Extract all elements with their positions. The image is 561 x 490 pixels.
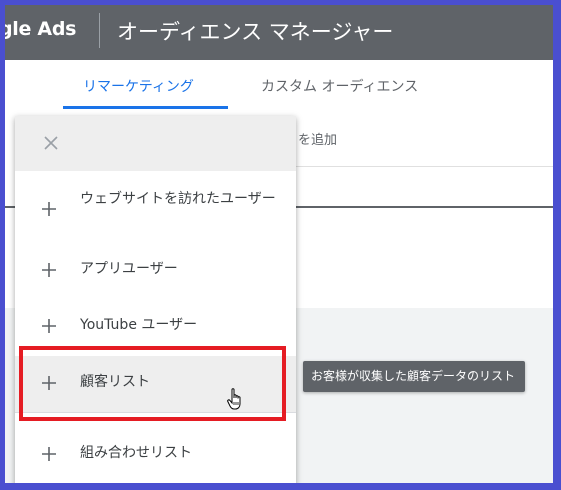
menu-item-label: YouTube ユーザー [80,317,198,333]
top-app-bar: gle Ads オーディエンス マネージャー [5,5,553,60]
menu-item-label: アプリユーザー [80,261,178,277]
audience-type-menu: ウェブサイトを訪れたユーザー アプリユーザー YouTube ユーザー 顧客リス… [15,116,296,483]
add-list-text: を追加 [298,133,338,148]
tab-bar: リマーケティング カスタム オーディエンス [5,60,553,110]
plus-icon [42,202,56,216]
plus-icon [42,263,56,277]
menu-item-label: 組み合わせリスト [80,445,192,461]
google-ads-logo[interactable]: gle Ads [5,18,76,40]
menu-item-combined-list[interactable]: 組み合わせリスト [15,434,296,474]
menu-item-youtube-users[interactable]: YouTube ユーザー [15,306,296,346]
tooltip: お客様が収集した顧客データのリスト [303,361,525,392]
menu-item-label: ウェブサイトを訪れたユーザー [80,191,276,207]
menu-header [15,116,296,171]
tab-custom-audience[interactable]: カスタム オーディエンス [261,76,418,96]
menu-item-app-users[interactable]: アプリユーザー [15,250,296,290]
divider [293,166,553,167]
header-divider [99,13,100,48]
app-window: gle Ads オーディエンス マネージャー リマーケティング カスタム オーデ… [5,5,553,483]
page-title: オーディエンス マネージャー [117,20,394,44]
close-icon[interactable] [41,133,61,153]
plus-icon [42,319,56,333]
active-tab-indicator [63,106,228,109]
highlight-box [19,346,286,421]
menu-item-website-visitors[interactable]: ウェブサイトを訪れたユーザー [15,184,296,242]
tab-remarketing[interactable]: リマーケティング [83,76,194,96]
plus-icon [42,447,56,461]
